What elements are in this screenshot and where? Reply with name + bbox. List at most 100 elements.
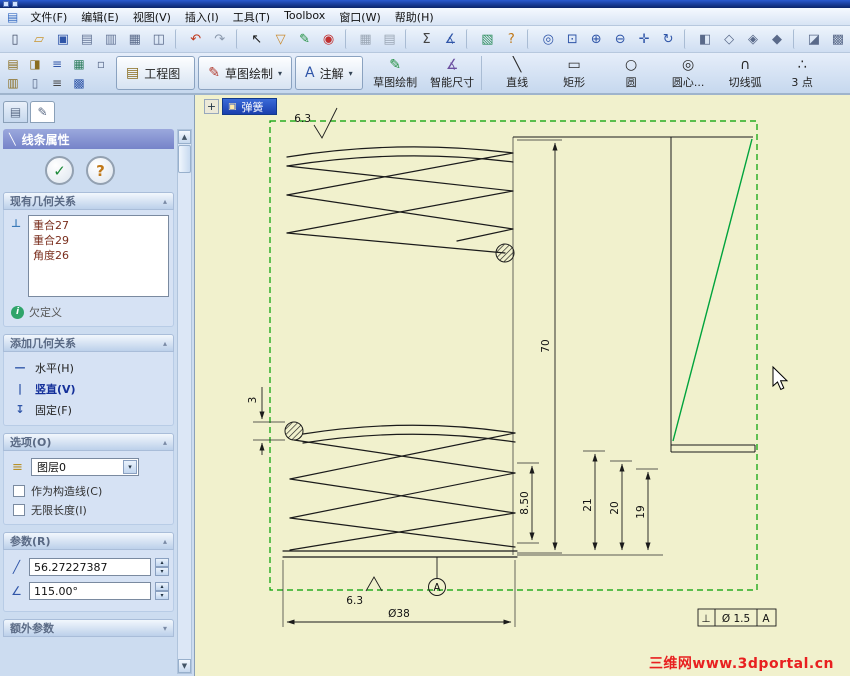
tab-sketch[interactable]: ✎ 草图绘制 ▾ [198, 56, 293, 90]
zoom-in[interactable]: ⊕ [584, 28, 608, 50]
wire-section-top[interactable] [495, 243, 515, 263]
separator[interactable] [684, 29, 693, 49]
tool-line[interactable]: ╲ 直线 [489, 54, 546, 92]
print[interactable]: ▦ [123, 28, 147, 50]
tab-annotation[interactable]: A 注解 ▾ [295, 56, 363, 90]
drawing-canvas[interactable]: 6.3 70 3 8.50 21 20 19 Ø38 6.3 A ⊥ Ø 1.5… [195, 95, 850, 666]
tool-centerpoint-circle[interactable]: ◎ 圆心... [660, 54, 717, 92]
section-view[interactable]: ◪ [802, 28, 826, 50]
view-orientation[interactable]: ◧ [693, 28, 717, 50]
spin-up-icon[interactable]: ▴ [155, 582, 169, 591]
length-input[interactable]: 56.27227387 [29, 558, 151, 576]
line-weight[interactable]: ≡ [46, 74, 68, 92]
infinite-checkbox[interactable] [13, 503, 25, 516]
print-preview[interactable]: ◫ [147, 28, 171, 50]
scroll-down-icon[interactable]: ▼ [178, 659, 191, 673]
length-spinner[interactable]: ▴ ▾ [155, 558, 169, 576]
zoom-out[interactable]: ⊖ [608, 28, 632, 50]
relations-listbox[interactable]: 重合27 重合29 角度26 [28, 215, 169, 297]
menu-item[interactable]: 文件(F) [23, 8, 74, 26]
layer-properties[interactable]: ▦ [68, 55, 90, 73]
add-sheet-button[interactable]: + [204, 99, 219, 114]
separator[interactable] [466, 29, 475, 49]
relation-vertical[interactable]: | 竖直(V) [8, 378, 169, 399]
rotate-view[interactable]: ↻ [656, 28, 680, 50]
make-assembly-from-part[interactable]: ▥ [99, 28, 123, 50]
scroll-thumb[interactable] [178, 145, 191, 173]
menu-item[interactable]: 窗口(W) [332, 8, 387, 26]
scroll-up-icon[interactable]: ▲ [178, 130, 191, 144]
select[interactable]: ↖ [245, 28, 269, 50]
line-font[interactable]: ≡ [46, 55, 68, 73]
design-table[interactable]: ▦ [354, 28, 378, 50]
tool-circle[interactable]: ○ 圆 [603, 54, 660, 92]
edit-sheet-format[interactable]: ◨ [24, 55, 46, 73]
options-header[interactable]: 选项(O) ▴ [3, 433, 174, 451]
menu-item[interactable]: Toolbox [277, 8, 332, 26]
help[interactable]: ? [499, 28, 523, 50]
separator[interactable] [235, 29, 245, 49]
tool-3point-arc[interactable]: ∴ 3 点 [774, 54, 831, 92]
pan[interactable]: ✛ [632, 28, 656, 50]
redo[interactable]: ↷ [208, 28, 232, 50]
relation-item[interactable]: 重合29 [33, 233, 164, 248]
tab-drawing[interactable]: ▤ 工程图 [116, 56, 196, 90]
construction-checkbox[interactable] [13, 484, 25, 497]
infinite-checkbox-row[interactable]: 无限长度(I) [8, 500, 169, 519]
relation-horizontal[interactable]: — 水平(H) [8, 357, 169, 378]
separator[interactable] [344, 29, 354, 49]
angle-spinner[interactable]: ▴ ▾ [155, 582, 169, 600]
separator[interactable] [480, 56, 489, 90]
top-spring[interactable] [286, 146, 514, 254]
spin-down-icon[interactable]: ▾ [155, 591, 169, 600]
rebuild[interactable]: ◉ [317, 28, 341, 50]
open-folder[interactable]: ▱ [27, 28, 51, 50]
note[interactable]: ▯ [24, 74, 46, 92]
shaded[interactable]: ◆ [765, 28, 789, 50]
make-drawing-from-part[interactable]: ▤ [75, 28, 99, 50]
sheet-properties[interactable]: ▤ [2, 55, 24, 73]
hidden-lines-visible[interactable]: ◈ [741, 28, 765, 50]
relation-item[interactable]: 重合27 [33, 218, 164, 233]
separator[interactable] [405, 29, 414, 49]
drawing-views[interactable]: ▥ [2, 74, 24, 92]
spin-up-icon[interactable]: ▴ [155, 558, 169, 567]
relation-fix[interactable]: ↧ 固定(F) [8, 399, 169, 420]
panel-tab-feature[interactable]: ▤ [3, 101, 28, 123]
relation-item[interactable]: 角度26 [33, 248, 164, 263]
angle-input[interactable]: 115.00° [29, 582, 151, 600]
full-screen[interactable]: ▩ [826, 28, 850, 50]
bottom-spring[interactable] [282, 424, 518, 558]
side-view-edges[interactable] [513, 136, 756, 453]
add-relations-header[interactable]: 添加几何关系 ▴ [3, 334, 174, 352]
sheet-tab[interactable]: ▣ 弹簧 [222, 98, 277, 115]
separator[interactable] [174, 29, 184, 49]
graphics-area[interactable]: 6.3 70 3 8.50 21 20 19 Ø38 6.3 A ⊥ Ø 1.5… [195, 95, 850, 676]
construction-checkbox-row[interactable]: 作为构造线(C) [8, 481, 169, 500]
panel-scrollbar[interactable]: ▲ ▼ [177, 129, 192, 674]
layer-grid[interactable]: ▩ [68, 74, 90, 92]
hole-table[interactable]: ▤ [378, 28, 402, 50]
tool-tangent-arc[interactable]: ∩ 切线弧 [717, 54, 774, 92]
zoom-to-area[interactable]: ⊡ [560, 28, 584, 50]
equations[interactable]: Σ [414, 28, 438, 50]
menu-item[interactable]: 编辑(E) [74, 8, 126, 26]
layer-dropdown[interactable]: 图层0 ▾ [31, 458, 139, 476]
tool-smart-dimension[interactable]: ∡ 智能尺寸 [424, 54, 481, 92]
undo[interactable]: ↶ [184, 28, 208, 50]
menu-item[interactable]: 视图(V) [126, 8, 178, 26]
tool-sketch[interactable]: ✎ 草图绘制 [367, 54, 424, 92]
chevron-down-icon[interactable]: ▾ [123, 460, 137, 474]
help-button[interactable]: ? [86, 156, 115, 185]
extra-parameters-header[interactable]: 额外参数 ▾ [3, 619, 174, 637]
new-document[interactable]: ▯ [3, 28, 27, 50]
wireframe[interactable]: ◇ [717, 28, 741, 50]
grid-snap[interactable]: ▫ [90, 55, 112, 73]
sketch[interactable]: ✎ [293, 28, 317, 50]
tool-rectangle[interactable]: ▭ 矩形 [546, 54, 603, 92]
spin-down-icon[interactable]: ▾ [155, 567, 169, 576]
selected-line[interactable] [672, 138, 753, 442]
zoom-fit[interactable]: ◎ [536, 28, 560, 50]
selection-filter[interactable]: ▽ [269, 28, 293, 50]
separator[interactable] [792, 29, 802, 49]
